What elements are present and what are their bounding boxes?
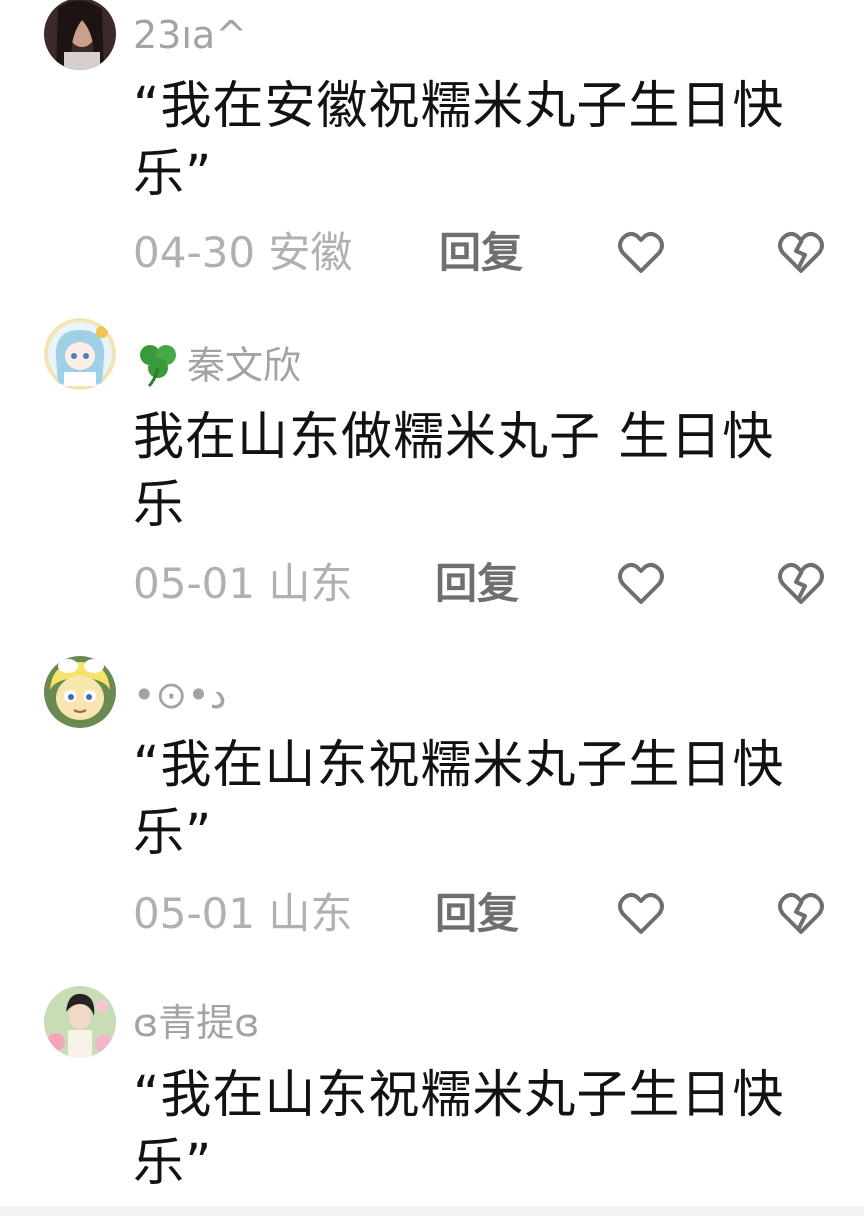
reply-button[interactable]: 回复 — [435, 554, 519, 614]
avatar-woman-flowers-icon — [44, 986, 116, 1058]
comment-username[interactable]: 秦文欣 — [133, 338, 301, 398]
comment-text: “我在安徽祝糯米丸子生日快乐” — [133, 77, 785, 204]
comment-time-location: 05-01 山东 — [133, 889, 353, 938]
dislike-button[interactable] — [775, 558, 827, 610]
bottom-divider — [0, 1206, 864, 1216]
broken-heart-icon — [778, 892, 824, 934]
reply-button[interactable]: 回复 — [439, 223, 523, 283]
comment-meta: 05-01 山东 回复 — [133, 554, 864, 614]
comment-username[interactable]: •⊙•د — [133, 672, 227, 718]
comment-time-location: 04-30 安徽 — [133, 228, 353, 277]
avatar-cartoon-blonde-icon — [44, 656, 116, 728]
reply-button[interactable]: 回复 — [435, 884, 519, 944]
avatar-anime-girl-blue-hair-icon — [44, 318, 116, 390]
dislike-button[interactable] — [775, 227, 827, 279]
comment-text: “我在山东祝糯米丸子生日快乐” — [133, 1066, 785, 1193]
like-button[interactable] — [615, 227, 667, 279]
heart-outline-icon — [618, 892, 664, 934]
broken-heart-icon — [778, 562, 824, 604]
username-text: 秦文欣 — [187, 343, 302, 388]
comment-meta: 04-30 安徽 回复 — [133, 223, 864, 283]
avatar[interactable] — [44, 986, 116, 1058]
comment-username[interactable]: ɞ青提ɞ — [133, 1000, 259, 1046]
like-button[interactable] — [615, 888, 667, 940]
like-button[interactable] — [615, 558, 667, 610]
heart-outline-icon — [618, 231, 664, 273]
comment-text: 我在山东做糯米丸子 生日快乐 — [133, 408, 775, 535]
clover-icon — [133, 338, 183, 398]
dislike-button[interactable] — [775, 888, 827, 940]
comment-username[interactable]: 23ıa^ — [133, 12, 247, 58]
avatar[interactable] — [44, 656, 116, 728]
avatar[interactable] — [44, 318, 116, 390]
broken-heart-icon — [778, 231, 824, 273]
avatar-woman-dark-hair-icon — [44, 0, 116, 70]
comment-meta: 05-01 山东 回复 — [133, 884, 864, 944]
heart-outline-icon — [618, 562, 664, 604]
comment-text: “我在山东祝糯米丸子生日快乐” — [133, 736, 785, 863]
comment-time-location: 05-01 山东 — [133, 559, 353, 608]
avatar[interactable] — [44, 0, 116, 70]
